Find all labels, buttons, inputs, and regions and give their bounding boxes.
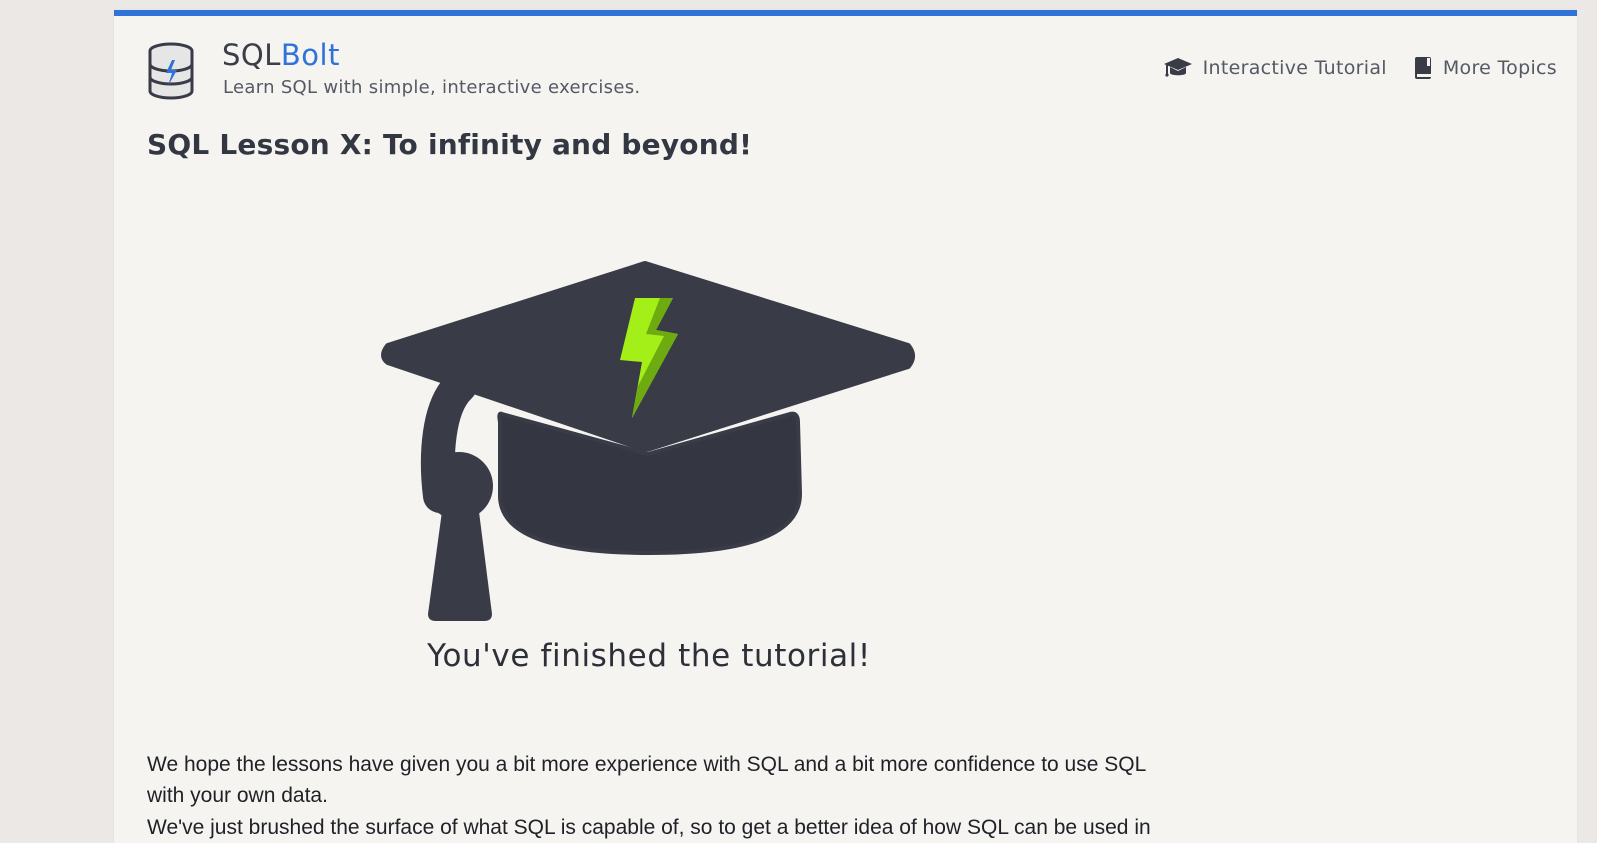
nav-more-topics-label: More Topics: [1442, 57, 1557, 79]
lesson-title: SQL Lesson X: To infinity and beyond!: [147, 128, 753, 161]
graduation-cap-icon: [1163, 58, 1192, 77]
page-container: SQLBolt Learn SQL with simple, interacti…: [114, 10, 1577, 843]
site-tagline: Learn SQL with simple, interactive exerc…: [223, 77, 641, 98]
closing-paragraph: We hope the lessons have given you a bit…: [147, 753, 1146, 807]
database-bolt-logo-icon[interactable]: [146, 42, 196, 100]
nav-more-topics[interactable]: More Topics: [1413, 56, 1557, 80]
nav-interactive-tutorial-label: Interactive Tutorial: [1202, 57, 1387, 79]
graduation-cap-bolt-icon: [381, 261, 915, 621]
followup-paragraph: We've just brushed the surface of what S…: [147, 816, 1151, 839]
finished-message: You've finished the tutorial!: [427, 638, 871, 674]
brand-prefix: SQL: [222, 38, 281, 72]
site-header: SQLBolt Learn SQL with simple, interacti…: [114, 16, 1577, 116]
top-nav: Interactive Tutorial More Topics: [1163, 56, 1557, 80]
book-icon: [1414, 57, 1431, 79]
nav-interactive-tutorial[interactable]: Interactive Tutorial: [1163, 56, 1387, 80]
brand-accent: Bolt: [280, 38, 340, 72]
site-brand[interactable]: SQLBolt: [222, 38, 340, 72]
